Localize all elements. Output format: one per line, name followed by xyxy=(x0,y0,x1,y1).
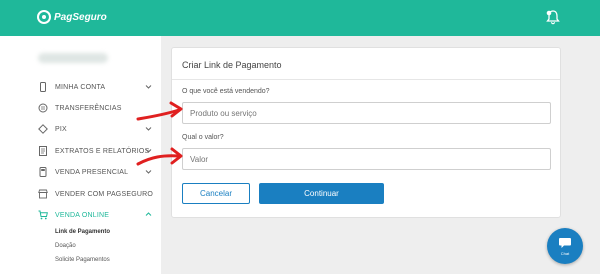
chevron-down-icon xyxy=(145,127,152,131)
chevron-down-icon xyxy=(145,85,152,89)
annotation-arrow xyxy=(136,101,183,121)
payment-link-card: Criar Link de Pagamento O que você está … xyxy=(171,47,561,218)
pix-icon xyxy=(38,124,48,134)
value-question-label: Qual o valor? xyxy=(182,134,224,141)
card-divider xyxy=(172,79,560,80)
sidebar-item-label: VENDER COM PAGSEGURO xyxy=(55,190,153,198)
logo-text: PagSeguro xyxy=(54,11,107,23)
store-icon xyxy=(38,189,48,199)
document-icon xyxy=(39,146,47,156)
sidebar-item-label: TRANSFERÊNCIAS xyxy=(55,104,122,112)
logo-icon xyxy=(37,10,51,24)
sub-item-doacao[interactable]: Doação xyxy=(55,243,76,249)
sidebar-item-label: MINHA CONTA xyxy=(55,83,106,91)
sidebar-item-venda-online[interactable]: VENDA ONLINE xyxy=(0,205,161,225)
transfer-icon xyxy=(38,103,48,113)
chevron-up-icon xyxy=(145,212,152,216)
bell-icon[interactable] xyxy=(545,9,561,25)
annotation-arrow xyxy=(136,147,183,166)
chat-icon xyxy=(559,238,571,248)
sidebar-item-label: PIX xyxy=(55,125,67,133)
chat-button[interactable]: Chat xyxy=(547,228,583,264)
phone-icon xyxy=(40,82,46,92)
sidebar-item-label: VENDA ONLINE xyxy=(55,211,110,219)
chevron-down-icon xyxy=(145,170,152,174)
sidebar-item-minha-conta[interactable]: MINHA CONTA xyxy=(0,77,161,97)
product-question-label: O que você está vendendo? xyxy=(182,88,270,95)
chat-label: Chat xyxy=(560,251,570,256)
sidebar-item-label: VENDA PRESENCIAL xyxy=(55,168,129,176)
page-title: Criar Link de Pagamento xyxy=(182,60,282,70)
cancel-button[interactable]: Cancelar xyxy=(182,183,250,204)
product-input[interactable] xyxy=(182,102,551,124)
sub-item-solicite-pagamentos[interactable]: Solicite Pagamentos xyxy=(55,257,110,263)
sidebar-item-vender-com-pagseguro[interactable]: VENDER COM PAGSEGURO xyxy=(0,184,161,204)
user-name-blurred xyxy=(38,53,108,63)
card-machine-icon xyxy=(39,167,47,177)
cart-icon xyxy=(38,210,48,220)
sub-item-link-de-pagamento[interactable]: Link de Pagamento xyxy=(55,229,110,235)
top-bar: PagSeguro xyxy=(0,0,600,36)
pagseguro-logo[interactable]: PagSeguro xyxy=(37,10,107,24)
value-input[interactable] xyxy=(182,148,551,170)
continue-button[interactable]: Continuar xyxy=(259,183,384,204)
